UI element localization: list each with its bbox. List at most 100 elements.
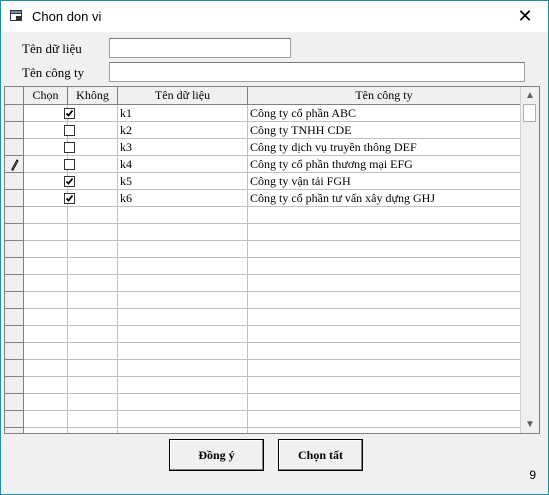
khong-cell[interactable]	[68, 224, 118, 241]
chon-cell[interactable]	[24, 343, 68, 360]
ten-cong-ty-cell[interactable]	[248, 241, 521, 258]
ten-du-lieu-cell[interactable]	[118, 224, 248, 241]
chon-cell[interactable]	[24, 241, 68, 258]
empty-table-row[interactable]	[5, 309, 521, 326]
ten-cong-ty-cell[interactable]: Công ty cổ phần thương mại EFG	[248, 156, 521, 173]
khong-cell[interactable]	[68, 360, 118, 377]
khong-cell[interactable]	[68, 105, 118, 122]
select-checkbox[interactable]	[64, 108, 75, 119]
chon-cell[interactable]	[24, 309, 68, 326]
empty-table-row[interactable]	[5, 292, 521, 309]
ten-du-lieu-cell[interactable]: k6	[118, 190, 248, 207]
chon-cell[interactable]	[24, 411, 68, 428]
chon-cell[interactable]	[24, 156, 75, 173]
ten-du-lieu-cell[interactable]	[118, 428, 248, 433]
ten-cong-ty-input[interactable]	[109, 62, 525, 82]
row-selector[interactable]	[5, 343, 24, 360]
ten-cong-ty-cell[interactable]	[248, 377, 521, 394]
khong-cell[interactable]	[68, 173, 118, 190]
khong-cell[interactable]	[68, 275, 118, 292]
table-row[interactable]: k5 Công ty vận tải FGH	[5, 173, 521, 190]
row-selector[interactable]	[5, 292, 24, 309]
row-selector[interactable]	[5, 394, 24, 411]
khong-cell[interactable]	[68, 394, 118, 411]
select-all-button[interactable]: Chọn tất	[278, 439, 363, 471]
chon-cell[interactable]	[24, 207, 68, 224]
ten-cong-ty-cell[interactable]	[248, 258, 521, 275]
row-selector[interactable]	[5, 224, 24, 241]
row-selector[interactable]	[5, 326, 24, 343]
ten-cong-ty-cell[interactable]	[248, 275, 521, 292]
empty-table-row[interactable]	[5, 428, 521, 433]
table-row[interactable]: k2 Công ty TNHH CDE	[5, 122, 521, 139]
ten-du-lieu-cell[interactable]: k1	[118, 105, 248, 122]
ten-du-lieu-cell[interactable]	[118, 343, 248, 360]
title-bar[interactable]: Chon don vi ✕	[1, 1, 548, 32]
khong-cell[interactable]	[68, 207, 118, 224]
ten-du-lieu-cell[interactable]	[118, 411, 248, 428]
ten-du-lieu-cell[interactable]	[118, 377, 248, 394]
khong-cell[interactable]	[68, 258, 118, 275]
empty-table-row[interactable]	[5, 343, 521, 360]
ten-cong-ty-cell[interactable]	[248, 360, 521, 377]
khong-cell[interactable]	[68, 122, 118, 139]
row-selector[interactable]	[5, 411, 24, 428]
empty-table-row[interactable]	[5, 275, 521, 292]
row-selector[interactable]	[5, 156, 24, 173]
ten-du-lieu-cell[interactable]	[118, 241, 248, 258]
chon-cell[interactable]	[24, 377, 68, 394]
khong-cell[interactable]	[68, 377, 118, 394]
chon-cell[interactable]	[24, 122, 75, 139]
row-selector[interactable]	[5, 428, 24, 433]
row-selector[interactable]	[5, 241, 24, 258]
chon-cell[interactable]	[24, 224, 68, 241]
ten-du-lieu-cell[interactable]	[118, 360, 248, 377]
row-selector[interactable]	[5, 139, 24, 156]
row-selector[interactable]	[5, 105, 24, 122]
khong-cell[interactable]	[68, 156, 118, 173]
scroll-up-arrow-icon[interactable]: ▲	[521, 87, 539, 104]
table-row[interactable]: k1 Công ty cổ phần ABC	[5, 105, 521, 122]
row-selector[interactable]	[5, 275, 24, 292]
ten-du-lieu-cell[interactable]	[118, 275, 248, 292]
ten-du-lieu-cell[interactable]: k3	[118, 139, 248, 156]
select-checkbox[interactable]	[64, 193, 75, 204]
column-header-chon[interactable]: Chọn	[24, 87, 68, 105]
khong-cell[interactable]	[68, 241, 118, 258]
table-row[interactable]: k6 Công ty cổ phần tư vấn xây dựng GHJ	[5, 190, 521, 207]
close-button[interactable]: ✕	[502, 1, 548, 32]
select-checkbox[interactable]	[64, 142, 75, 153]
khong-cell[interactable]	[68, 292, 118, 309]
row-selector[interactable]	[5, 258, 24, 275]
row-selector[interactable]	[5, 309, 24, 326]
ten-cong-ty-cell[interactable]	[248, 428, 521, 433]
ten-cong-ty-cell[interactable]: Công ty vận tải FGH	[248, 173, 521, 190]
chon-cell[interactable]	[24, 428, 68, 433]
chon-cell[interactable]	[24, 139, 75, 156]
ten-du-lieu-cell[interactable]	[118, 258, 248, 275]
ten-cong-ty-cell[interactable]: Công ty cổ phần ABC	[248, 105, 521, 122]
chon-cell[interactable]	[24, 105, 75, 122]
company-grid[interactable]: Chọn Không Tên dữ liệu Tên công ty k1 Côn…	[4, 86, 540, 434]
chon-cell[interactable]	[24, 275, 68, 292]
ten-cong-ty-cell[interactable]	[248, 343, 521, 360]
khong-cell[interactable]	[68, 343, 118, 360]
ten-du-lieu-cell[interactable]	[118, 394, 248, 411]
ten-cong-ty-cell[interactable]: Công ty TNHH CDE	[248, 122, 521, 139]
ten-du-lieu-cell[interactable]	[118, 207, 248, 224]
empty-table-row[interactable]	[5, 360, 521, 377]
row-selector[interactable]	[5, 360, 24, 377]
chon-cell[interactable]	[24, 173, 75, 190]
khong-cell[interactable]	[68, 428, 118, 433]
ten-cong-ty-cell[interactable]	[248, 224, 521, 241]
chon-cell[interactable]	[24, 292, 68, 309]
khong-cell[interactable]	[68, 190, 118, 207]
row-selector[interactable]	[5, 207, 24, 224]
ten-cong-ty-cell[interactable]	[248, 207, 521, 224]
row-selector[interactable]	[5, 377, 24, 394]
ok-button[interactable]: Đồng ý	[169, 439, 264, 471]
ten-cong-ty-cell[interactable]: Công ty cổ phần tư vấn xây dựng GHJ	[248, 190, 521, 207]
ten-cong-ty-cell[interactable]	[248, 394, 521, 411]
empty-table-row[interactable]	[5, 207, 521, 224]
ten-du-lieu-cell[interactable]: k2	[118, 122, 248, 139]
